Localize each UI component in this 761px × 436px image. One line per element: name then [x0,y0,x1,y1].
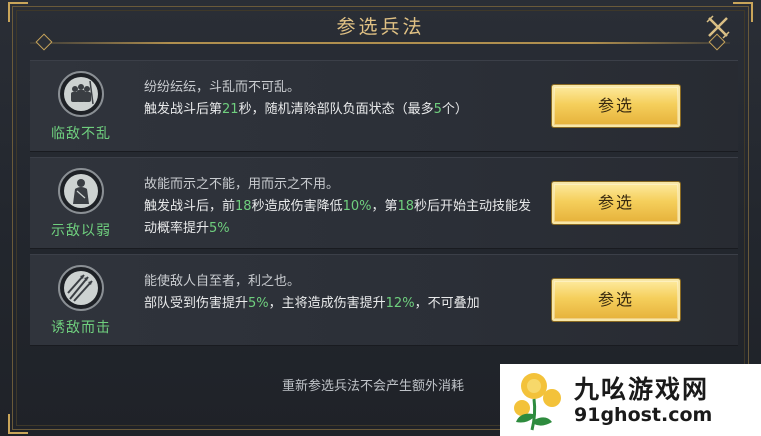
effect-value: 18 [235,199,252,214]
tactic-name: 诱敌而击 [51,320,111,336]
tactic-description: 纷纷纭纭，斗乱而不可乱。 触发战斗后第21秒，随机清除部队负面状态（最多5个） [144,77,544,121]
site-watermark: 九吆游戏网 91ghost.com [500,364,761,436]
tactic-icon-frame [58,71,104,117]
close-button[interactable] [705,14,731,40]
tactic-icon-frame [58,265,104,311]
tactic-quote: 纷纷纭纭，斗乱而不可乱。 [144,80,301,95]
tactic-card: 示敌以弱 故能而示之不能，用而示之不用。 触发战斗后，前18秒造成伤害降低10%… [30,157,738,249]
effect-value: 12% [385,296,415,311]
watermark-title: 九吆游戏网 [574,375,710,404]
tactic-quote: 能使敌人自至者，利之也。 [144,274,301,289]
tactic-effect: 触发战斗后第21秒，随机清除部队负面状态（最多5个） [144,102,468,117]
select-tactic-button[interactable]: 参选 [552,279,680,321]
tactic-effect: 触发战斗后，前18秒造成伤害降低10%，第18秒后开始主动技能发动概率提升5% [144,199,532,236]
select-tactic-button[interactable]: 参选 [552,85,680,127]
close-x-icon [706,15,730,39]
tactic-description: 故能而示之不能，用而示之不用。 触发战斗后，前18秒造成伤害降低10%，第18秒… [144,174,544,240]
frame-corner-ornament [8,414,28,434]
soldiers-group-icon [71,80,94,105]
tactic-select-dialog: 参选兵法 临敌不乱 纷纷纭纭，斗乱而不可乱。 触发战斗后第21秒，随机清除部队负… [0,0,761,436]
footer-note: 重新参选兵法不会产生额外消耗 [282,379,465,394]
tactic-name: 示敌以弱 [51,223,111,239]
tactic-name: 临敌不乱 [51,126,111,142]
select-tactic-button[interactable]: 参选 [552,182,680,224]
effect-value: 5% [248,296,269,311]
effect-value: 5% [209,221,230,236]
title-divider [30,42,730,44]
effect-value: 10% [342,199,372,214]
effect-value: 21 [222,102,239,117]
tactic-effect: 部队受到伤害提升5%，主将造成伤害提升12%，不可叠加 [144,296,480,311]
effect-value: 18 [397,199,415,214]
tactic-quote: 故能而示之不能，用而示之不用。 [144,177,340,192]
tactic-icon-frame [58,168,104,214]
dandelion-logo-icon [514,373,561,431]
effect-value: 5 [433,102,442,117]
tactic-card: 诱敌而击 能使敌人自至者，利之也。 部队受到伤害提升5%，主将造成伤害提升12%… [30,254,738,346]
tactic-card: 临敌不乱 纷纷纭纭，斗乱而不可乱。 触发战斗后第21秒，随机清除部队负面状态（最… [30,60,738,152]
tactic-description: 能使敌人自至者，利之也。 部队受到伤害提升5%，主将造成伤害提升12%，不可叠加 [144,271,544,315]
dialog-title: 参选兵法 [336,16,425,38]
cloaked-figure-icon [73,179,89,204]
watermark-url: 91ghost.com [574,404,713,426]
arrows-volley-icon [67,274,93,302]
